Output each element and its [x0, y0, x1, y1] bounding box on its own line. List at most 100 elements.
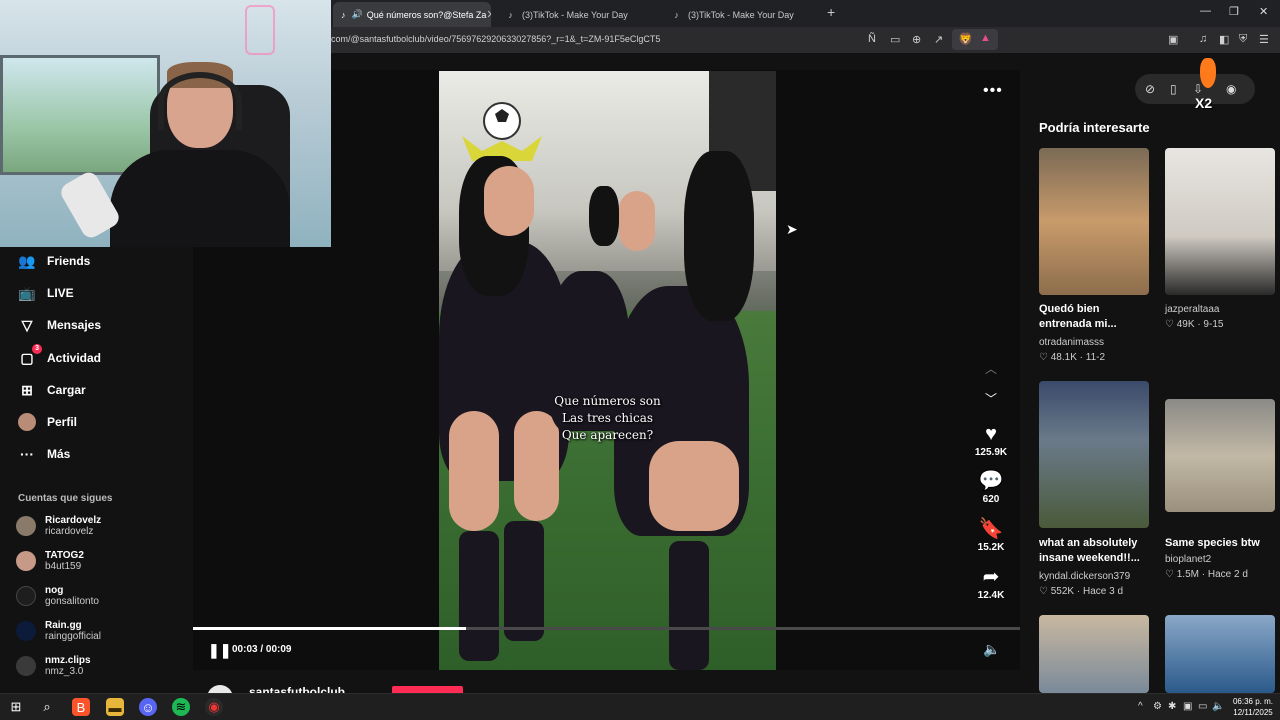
video-title[interactable]: Same species btw — [1165, 536, 1277, 551]
sidebar-item-live[interactable]: 📺 LIVE — [18, 284, 73, 302]
notification-badge: 3 — [32, 344, 42, 354]
restore-button[interactable]: ❐ — [1229, 5, 1239, 18]
obs-icon[interactable]: ◉ — [205, 698, 223, 716]
following-account[interactable]: TATOG2 b4ut159 — [16, 550, 84, 572]
share-icon[interactable]: ↗ — [934, 33, 943, 46]
video-caption: Que números son — [554, 394, 661, 408]
volume-tray-icon[interactable]: 🔈 — [1212, 701, 1224, 712]
chevron-up-icon[interactable]: ^ — [1138, 701, 1143, 712]
video-author[interactable]: otradanimasss — [1039, 337, 1104, 348]
sidebar-item-more[interactable]: ··· Más — [18, 445, 70, 463]
save-button[interactable]: 🔖 15.2K — [970, 518, 1012, 553]
brave-extensions[interactable]: 🦁 ▲ — [952, 29, 998, 50]
more-icon: ··· — [20, 446, 34, 462]
video-thumbnail[interactable] — [1039, 148, 1149, 295]
video-title[interactable]: Quedó bien entrenada mi... — [1039, 302, 1151, 332]
music-icon[interactable]: ♫ — [1199, 33, 1207, 45]
sidebar-item-friends[interactable]: 👥 Friends — [18, 252, 90, 270]
following-account[interactable]: nmz.clips nmz_3.0 — [16, 655, 91, 677]
messages-icon: ▽ — [21, 316, 33, 333]
windows-taskbar: ⊞ ⌕ B ▬ ☺ ≋ ◉ ^ ⚙ ✱ ▣ ▭ 🔈 06:36 p. m. 12… — [0, 693, 1280, 720]
sidebar-item-profile[interactable]: Perfil — [18, 413, 77, 431]
activity-icon: ▢ 3 — [18, 344, 42, 367]
discord-icon[interactable]: ☺ — [139, 698, 157, 716]
brave-shield-icon[interactable]: 🦁 — [958, 32, 973, 46]
share-button[interactable]: ➦ 12.4K — [970, 566, 1012, 601]
video-caption: Las tres chicas — [561, 411, 654, 425]
video-stats: ♡ 1.5M · Hace 2 d — [1165, 569, 1248, 580]
new-tab-button[interactable]: + — [827, 4, 835, 20]
chevron-down-icon[interactable]: ﹀ — [985, 390, 997, 407]
comment-button[interactable]: 💬 620 — [970, 470, 1012, 505]
brave-browser-icon[interactable]: B — [72, 698, 90, 716]
network-icon[interactable]: ▭ — [1198, 701, 1207, 712]
like-button[interactable]: ♥ 125.9K — [970, 423, 1012, 458]
clock-time: 06:36 p. m. — [1232, 697, 1274, 706]
profile-icon — [18, 413, 36, 431]
video-thumbnail[interactable] — [1039, 615, 1149, 693]
translate-icon[interactable]: Ñ — [868, 33, 876, 45]
cast-icon[interactable]: ▭ — [890, 33, 900, 46]
menu-icon[interactable]: ☰ — [1259, 33, 1269, 46]
multiplier-badge: X2 — [1195, 95, 1213, 111]
following-account[interactable]: nog gonsalitonto — [16, 585, 99, 607]
video-author[interactable]: bioplanet2 — [1165, 554, 1211, 565]
url-text: com/@santasfutbolclub/video/756976292063… — [331, 34, 661, 44]
shield-icon[interactable]: ⛨ — [1239, 33, 1247, 46]
more-options-icon[interactable]: ••• — [983, 82, 1003, 100]
upload-icon: ⊞ — [21, 381, 33, 398]
bluetooth-icon[interactable]: ✱ — [1168, 701, 1176, 712]
windows-start-icon[interactable]: ⊞ — [7, 698, 25, 716]
tiktok-icon: ♪ — [508, 9, 513, 20]
compass-icon[interactable]: ⊘ — [1145, 82, 1155, 96]
chevron-up-icon[interactable]: ︿ — [985, 360, 997, 377]
system-clock[interactable]: 06:36 p. m. 12/11/2025 — [1228, 696, 1278, 718]
video-frame[interactable]: Que números son Las tres chicas Que apar… — [439, 71, 776, 670]
browser-tab-active[interactable]: ♪ 🔊 Qué números son?@Stefa Za ✕ — [333, 2, 491, 27]
following-account[interactable]: Rain.gg rainggofficial — [16, 620, 101, 642]
video-thumbnail[interactable] — [1039, 381, 1149, 528]
sidebar-icon[interactable]: ◧ — [1219, 33, 1229, 46]
video-thumbnail[interactable] — [1165, 399, 1275, 512]
speaker-icon: 🔊 — [351, 9, 363, 19]
browser-tab[interactable]: ♪ (3)TikTok - Make Your Day — [663, 2, 823, 27]
bookmark-icon: 🔖 — [978, 518, 1004, 540]
search-icon[interactable]: ⌕ — [38, 698, 56, 716]
following-account[interactable]: Ricardovelz ricardovelz — [16, 515, 101, 537]
heart-icon: ♥ — [985, 423, 997, 445]
zoom-icon[interactable]: ⊕ — [912, 33, 921, 46]
video-title[interactable]: what an absolutely insane weekend!!... — [1039, 536, 1151, 566]
video-author[interactable]: kyndal.dickerson379 — [1039, 571, 1130, 582]
folder-icon[interactable]: ▬ — [106, 698, 124, 716]
minimize-button[interactable]: — — [1200, 5, 1211, 17]
tab-label: Qué números son?@Stefa Za — [366, 9, 487, 20]
video-thumbnail[interactable] — [1165, 148, 1275, 295]
sidebar-item-label: Más — [47, 447, 71, 461]
recommendations-title: Podría interesarte — [1039, 120, 1150, 135]
avatar — [16, 621, 36, 641]
browser-tab[interactable]: ♪ (3)TikTok - Make Your Day — [497, 2, 657, 27]
avatar[interactable]: ◉ — [1226, 82, 1236, 96]
rewards-icon[interactable]: ▲ — [980, 32, 991, 44]
video-thumbnail[interactable] — [1165, 615, 1275, 693]
address-bar[interactable]: com/@santasfutbolclub/video/756976292063… — [331, 27, 1280, 53]
sidebar-item-upload[interactable]: ⊞ Cargar — [18, 381, 86, 399]
tiktok-icon: ♪ — [674, 9, 679, 20]
window-close-button[interactable]: ✕ — [1259, 5, 1268, 18]
comment-icon: 💬 — [978, 470, 1004, 492]
sidebar-item-messages[interactable]: ▽ Mensajes — [18, 316, 101, 334]
phone-icon[interactable]: ▯ — [1170, 82, 1177, 96]
video-progress-bar[interactable] — [193, 627, 1020, 630]
screenshot-icon[interactable]: ▣ — [1168, 33, 1178, 46]
video-author[interactable]: jazperaltaaa — [1165, 304, 1219, 315]
volume-icon[interactable]: 🔈 — [983, 641, 1000, 658]
carrot-icon — [1200, 58, 1216, 88]
steam-icon[interactable]: ⚙ — [1153, 701, 1162, 712]
spotify-icon[interactable]: ≋ — [172, 698, 190, 716]
download-icon[interactable]: ⇩ — [1193, 82, 1203, 96]
pause-button[interactable]: ❚❚ — [208, 642, 231, 659]
nvidia-icon[interactable]: ▣ — [1183, 701, 1192, 712]
share-count: 12.4K — [977, 590, 1005, 601]
close-icon[interactable]: ✕ — [486, 8, 491, 21]
sidebar-item-activity[interactable]: ▢ 3 Actividad — [18, 344, 101, 367]
